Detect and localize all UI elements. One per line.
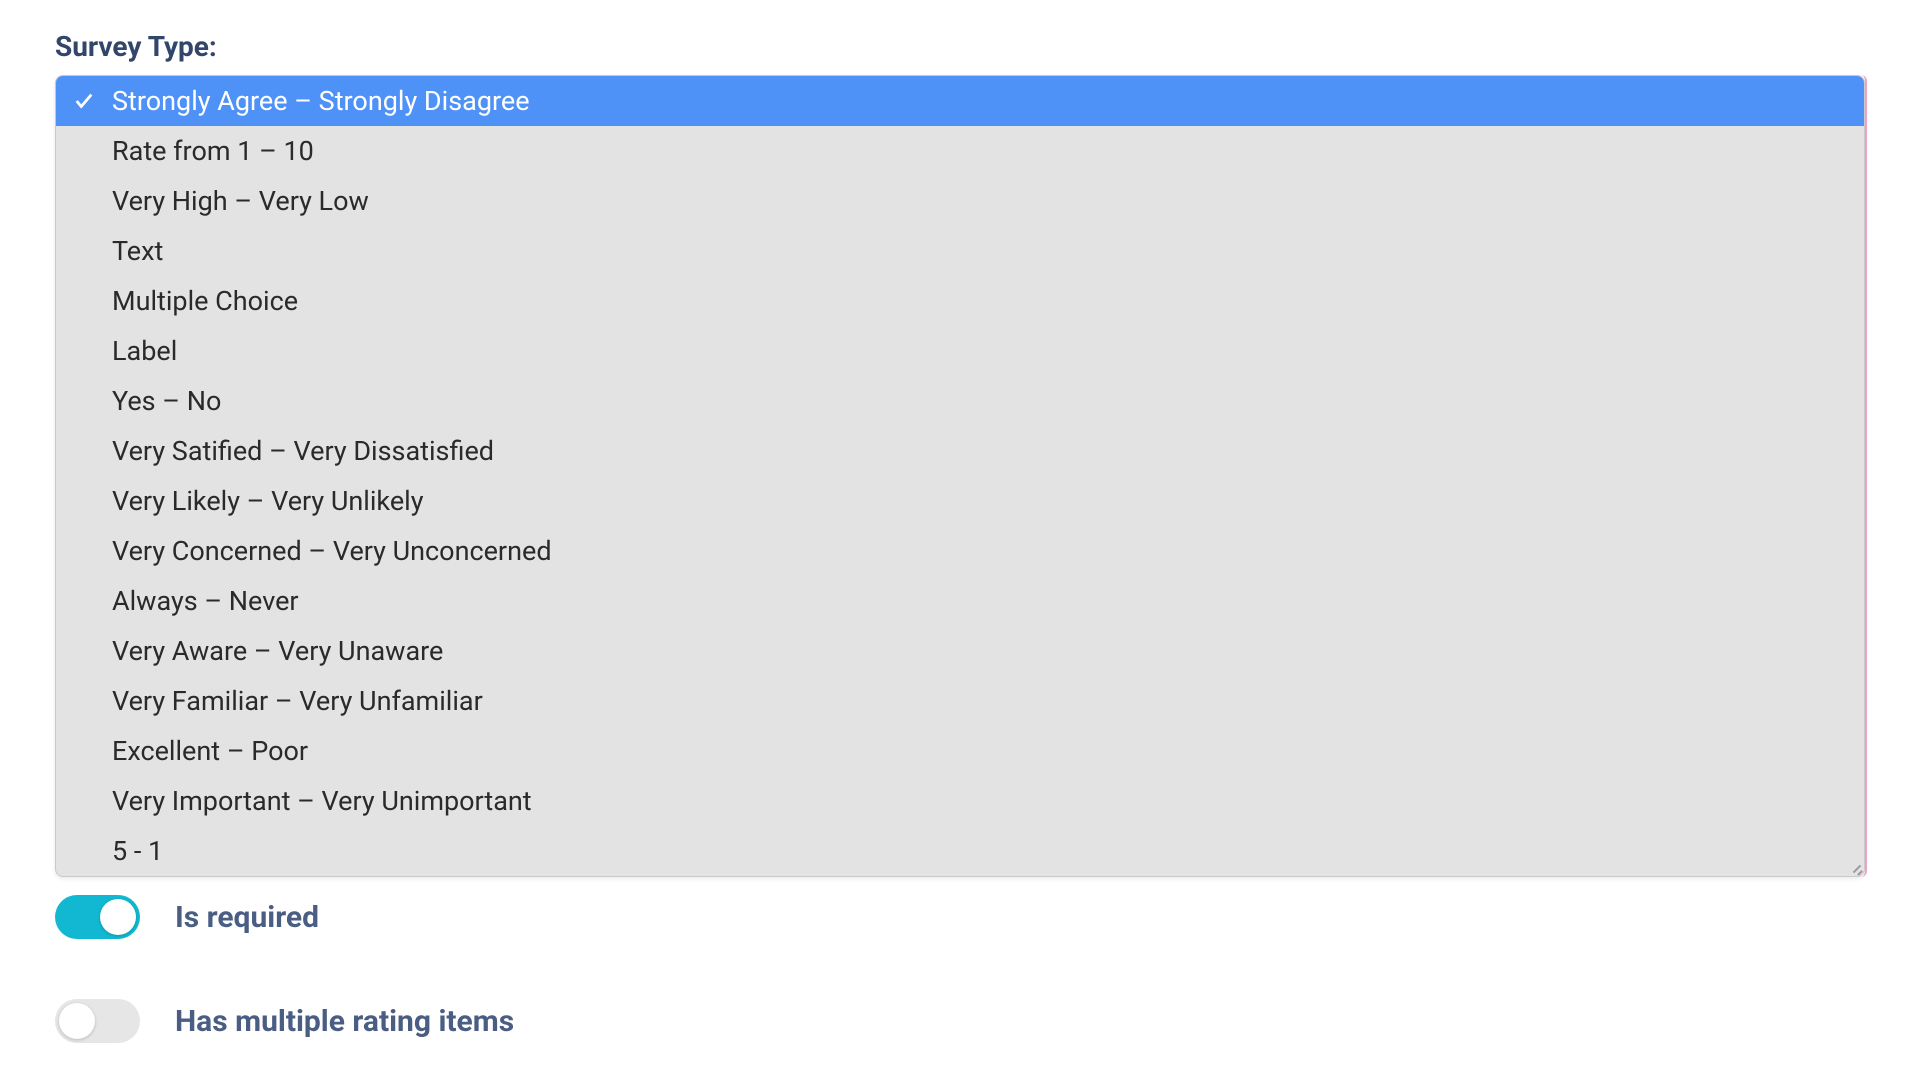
dropdown-option[interactable]: Very Important – Very Unimportant [56,776,1864,826]
is-required-row: Is required [55,895,1865,939]
dropdown-option[interactable]: Very High – Very Low [56,176,1864,226]
dropdown-option[interactable]: Strongly Agree – Strongly Disagree [56,76,1864,126]
dropdown-option[interactable]: Very Familiar – Very Unfamiliar [56,676,1864,726]
dropdown-option-label: Very Important – Very Unimportant [112,785,532,817]
dropdown-option[interactable]: Text [56,226,1864,276]
has-multiple-row: Has multiple rating items [55,999,1865,1043]
dropdown-option-label: Excellent – Poor [112,735,308,767]
dropdown-option[interactable]: Very Concerned – Very Unconcerned [56,526,1864,576]
dropdown-option-label: Multiple Choice [112,285,298,317]
dropdown-option-label: Strongly Agree – Strongly Disagree [112,85,530,117]
dropdown-option[interactable]: Very Satified – Very Dissatisfied [56,426,1864,476]
dropdown-option[interactable]: Very Aware – Very Unaware [56,626,1864,676]
check-icon [72,89,96,113]
dropdown-option-label: Very Satified – Very Dissatisfied [112,435,494,467]
has-multiple-label: Has multiple rating items [175,1004,514,1039]
dropdown-option-label: Very Aware – Very Unaware [112,635,443,667]
is-required-toggle[interactable] [55,895,140,939]
dropdown-option-label: 5 - 1 [112,835,163,867]
dropdown-option-label: Always – Never [112,585,299,617]
dropdown-option[interactable]: Multiple Choice [56,276,1864,326]
has-multiple-toggle[interactable] [55,999,140,1043]
dropdown-option[interactable]: 5 - 1 [56,826,1864,876]
dropdown-option[interactable]: Yes – No [56,376,1864,426]
dropdown-option-label: Very High – Very Low [112,185,369,217]
dropdown-option[interactable]: Very Likely – Very Unlikely [56,476,1864,526]
dropdown-option-label: Very Concerned – Very Unconcerned [112,535,552,567]
dropdown-option-label: Text [112,235,163,267]
toggle-knob [100,899,136,935]
survey-type-dropdown[interactable]: Strongly Agree – Strongly Disagree Rate f… [55,75,1865,877]
resize-grip-icon[interactable] [1849,861,1863,875]
dropdown-option-label: Very Likely – Very Unlikely [112,485,424,517]
survey-type-label: Survey Type: [55,30,1865,63]
dropdown-option[interactable]: Label [56,326,1864,376]
dropdown-option-label: Label [112,335,177,367]
dropdown-listbox[interactable]: Strongly Agree – Strongly Disagree Rate f… [55,75,1865,877]
dropdown-option-label: Very Familiar – Very Unfamiliar [112,685,483,717]
dropdown-option[interactable]: Excellent – Poor [56,726,1864,776]
toggle-knob [59,1003,95,1039]
dropdown-option[interactable]: Always – Never [56,576,1864,626]
dropdown-option-label: Yes – No [112,385,221,417]
dropdown-option[interactable]: Rate from 1 – 10 [56,126,1864,176]
is-required-label: Is required [175,900,319,935]
dropdown-option-label: Rate from 1 – 10 [112,135,314,167]
